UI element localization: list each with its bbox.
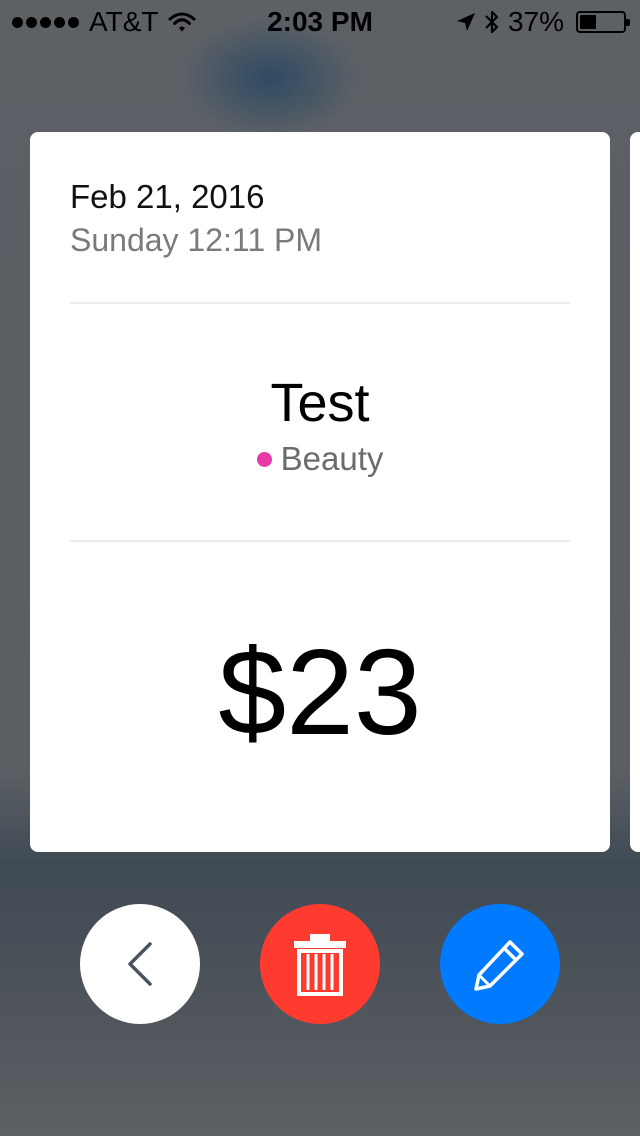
bluetooth-icon bbox=[485, 10, 499, 34]
divider bbox=[70, 302, 570, 304]
status-bar: AT&T 2:03 PM 37% bbox=[0, 0, 640, 40]
divider bbox=[70, 540, 570, 542]
chevron-left-icon bbox=[128, 942, 152, 986]
battery-icon bbox=[576, 11, 630, 33]
edit-button[interactable] bbox=[440, 904, 560, 1024]
entry-amount: $23 bbox=[218, 624, 422, 760]
trash-icon bbox=[294, 934, 346, 996]
entry-day-time: Sunday 12:11 PM bbox=[70, 222, 323, 258]
entry-category: Beauty bbox=[30, 440, 610, 478]
expense-card: Feb 21, 2016 Sunday 12:11 PM Test Beauty… bbox=[30, 132, 610, 852]
location-arrow-icon bbox=[456, 13, 475, 31]
battery-percentage: 37% bbox=[507, 6, 564, 37]
next-expense-card[interactable] bbox=[630, 132, 640, 852]
category-color-dot bbox=[256, 451, 272, 467]
status-right: 37% bbox=[456, 6, 630, 38]
back-button[interactable] bbox=[80, 904, 200, 1024]
delete-button[interactable] bbox=[260, 904, 380, 1024]
pencil-icon bbox=[474, 940, 524, 991]
category-label: Beauty bbox=[280, 440, 384, 477]
entry-date: Feb 21, 2016 bbox=[70, 178, 265, 215]
entry-title: Test bbox=[270, 373, 370, 433]
